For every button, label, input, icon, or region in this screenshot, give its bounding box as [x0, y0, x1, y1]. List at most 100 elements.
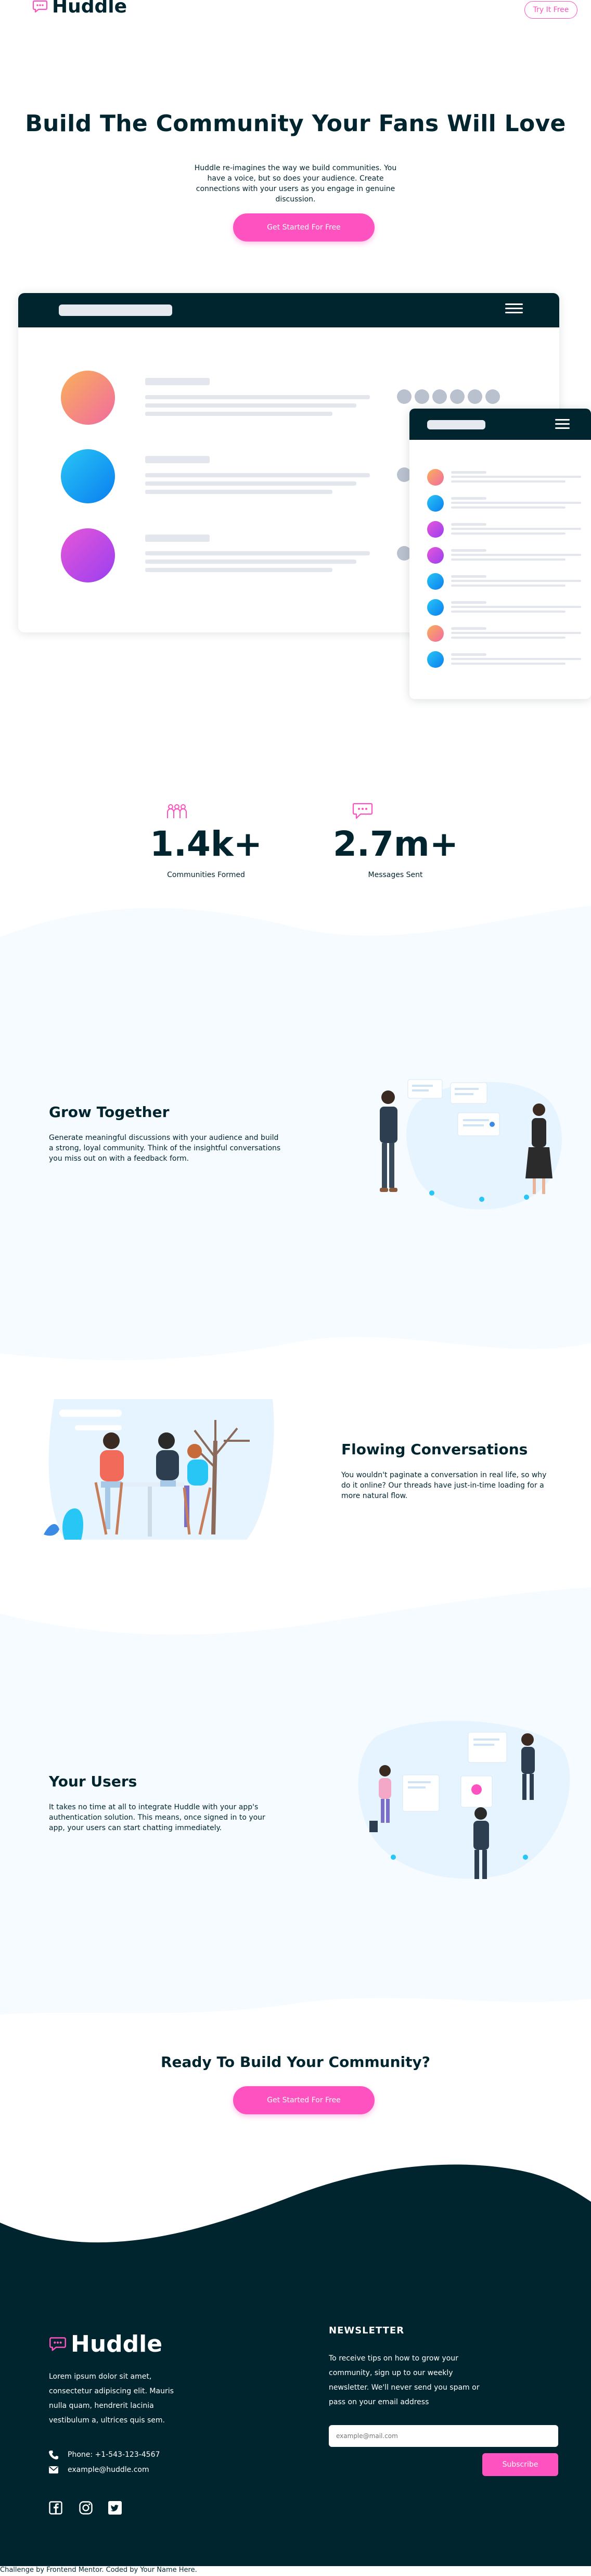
- your-users-illustration: [358, 1720, 570, 1879]
- mobile-mockup-line: [451, 575, 486, 578]
- flowing-conversations-illustration: [44, 1399, 274, 1540]
- mobile-mockup-line: [451, 476, 581, 478]
- subscribe-button[interactable]: Subscribe: [482, 2453, 558, 2476]
- mockup-avatar: [61, 449, 115, 503]
- try-it-free-button[interactable]: Try It Free: [524, 1, 577, 19]
- stat-communities-value: 1.4k+: [149, 824, 263, 864]
- mobile-mockup-line: [451, 601, 486, 604]
- mobile-mockup-line: [451, 497, 486, 500]
- mobile-mockup-line: [451, 532, 566, 535]
- ready-title: Ready To Build Your Community?: [160, 2053, 431, 2071]
- instagram-icon[interactable]: [79, 2501, 93, 2515]
- mobile-mockup-line: [451, 611, 566, 613]
- phone-icon: [49, 2451, 58, 2459]
- stat-messages-label: Messages Sent: [368, 871, 423, 879]
- mockup-line: [145, 481, 356, 486]
- feature-users-text: It takes no time at all to integrate Hud…: [49, 1803, 265, 1832]
- feature-flowing-text: You wouldn't paginate a conversation in …: [341, 1471, 547, 1500]
- mobile-mockup-line: [451, 627, 486, 630]
- footer-logo[interactable]: Huddle: [49, 2331, 162, 2357]
- mobile-mockup-topbar: [409, 409, 591, 440]
- mobile-mockup-avatar: [427, 547, 444, 564]
- footer-description: Lorem ipsum dolor sit amet, consectetur …: [49, 2372, 174, 2425]
- mobile-mockup-line: [451, 549, 486, 552]
- mockup-dot: [468, 389, 482, 404]
- mobile-mockup-line: [451, 559, 566, 561]
- mockup-line: [145, 560, 356, 564]
- mobile-mockup-line: [451, 480, 566, 483]
- email-icon: [49, 2466, 58, 2473]
- mobile-mockup-avatar: [427, 495, 444, 512]
- mobile-mockup-line: [451, 523, 486, 526]
- mockup-title-placeholder: [59, 304, 172, 316]
- ready-get-started-button[interactable]: Get Started For Free: [233, 2086, 375, 2114]
- newsletter-heading: NEWSLETTER: [329, 2325, 405, 2336]
- stat-communities-label: Communities Formed: [167, 871, 245, 879]
- header-logo[interactable]: Huddle: [32, 0, 127, 17]
- newsletter-email-input[interactable]: [329, 2425, 558, 2447]
- footer-phone[interactable]: Phone: +1-543-123-4567: [49, 2450, 160, 2459]
- mockup-dot: [450, 389, 465, 404]
- chat-bubble-icon: [49, 2337, 66, 2351]
- mockup-dot: [485, 389, 500, 404]
- mobile-mockup-line: [451, 528, 581, 530]
- mockup-dot: [397, 389, 412, 404]
- mobile-mockup-avatar: [427, 521, 444, 538]
- mobile-mockup-avatar: [427, 469, 444, 486]
- feature-flowing-title: Flowing Conversations: [341, 1441, 528, 1458]
- hamburger-icon: [555, 419, 570, 432]
- mockup-line: [145, 535, 210, 542]
- mobile-mockup-line: [451, 506, 566, 509]
- mockup-line: [145, 490, 332, 494]
- mobile-mockup-avatar: [427, 573, 444, 590]
- communities-icon: [167, 804, 187, 818]
- mockup-topbar: [18, 293, 559, 327]
- mobile-mockup-line: [451, 580, 581, 582]
- mobile-mockup-line: [451, 471, 486, 474]
- mockup-dot: [415, 389, 429, 404]
- hero-get-started-button[interactable]: Get Started For Free: [233, 213, 375, 242]
- footer-email-text: example@huddle.com: [68, 2466, 149, 2474]
- stat-messages-value: 2.7m+: [333, 824, 458, 864]
- facebook-icon[interactable]: [49, 2501, 62, 2515]
- messages-icon: [352, 803, 373, 819]
- mockup-avatar: [61, 528, 115, 582]
- footer-logo-text: Huddle: [71, 2331, 163, 2357]
- newsletter-text: To receive tips on how to grow your comm…: [329, 2354, 480, 2406]
- mobile-mockup-line: [451, 637, 566, 639]
- grow-together-illustration: [380, 1079, 562, 1210]
- mockup-line: [145, 551, 370, 555]
- mobile-mockup-line: [451, 653, 486, 656]
- app-mockup-mobile: [409, 409, 591, 699]
- mockup-line: [145, 473, 370, 477]
- mobile-mockup-line: [451, 502, 581, 504]
- hamburger-icon: [505, 303, 523, 316]
- mockup-avatar: [61, 371, 115, 425]
- chat-bubble-icon: [32, 0, 48, 12]
- mobile-title-placeholder: [427, 420, 485, 429]
- footer-email[interactable]: example@huddle.com: [49, 2466, 149, 2474]
- mobile-mockup-line: [451, 632, 581, 634]
- mockup-dot: [432, 389, 447, 404]
- mobile-mockup-line: [451, 606, 581, 608]
- mobile-mockup-avatar: [427, 599, 444, 616]
- feature-users-title: Your Users: [49, 1773, 137, 1790]
- mobile-mockup-line: [451, 663, 566, 665]
- hero-title: Build The Community Your Fans Will Love: [25, 110, 566, 137]
- mockup-line: [145, 412, 332, 416]
- mockup-line: [145, 456, 210, 463]
- hero-subtitle: Huddle re-imagines the way we build comm…: [194, 164, 397, 204]
- mobile-mockup-line: [451, 585, 566, 587]
- mobile-mockup-line: [451, 658, 581, 660]
- mockup-line: [145, 568, 332, 572]
- twitter-icon[interactable]: [108, 2501, 122, 2515]
- feature-grow-text: Generate meaningful discussions with you…: [49, 1134, 281, 1163]
- mockup-line: [145, 395, 370, 399]
- mockup-line: [145, 403, 356, 408]
- footer-phone-text: Phone: +1-543-123-4567: [68, 2451, 160, 2459]
- mobile-mockup-avatar: [427, 651, 444, 668]
- mobile-mockup-line: [451, 554, 581, 556]
- logo-text: Huddle: [52, 0, 127, 17]
- attribution-credit: Challenge by Frontend Mentor. Coded by Y…: [0, 2566, 197, 2574]
- mockup-line: [145, 378, 210, 385]
